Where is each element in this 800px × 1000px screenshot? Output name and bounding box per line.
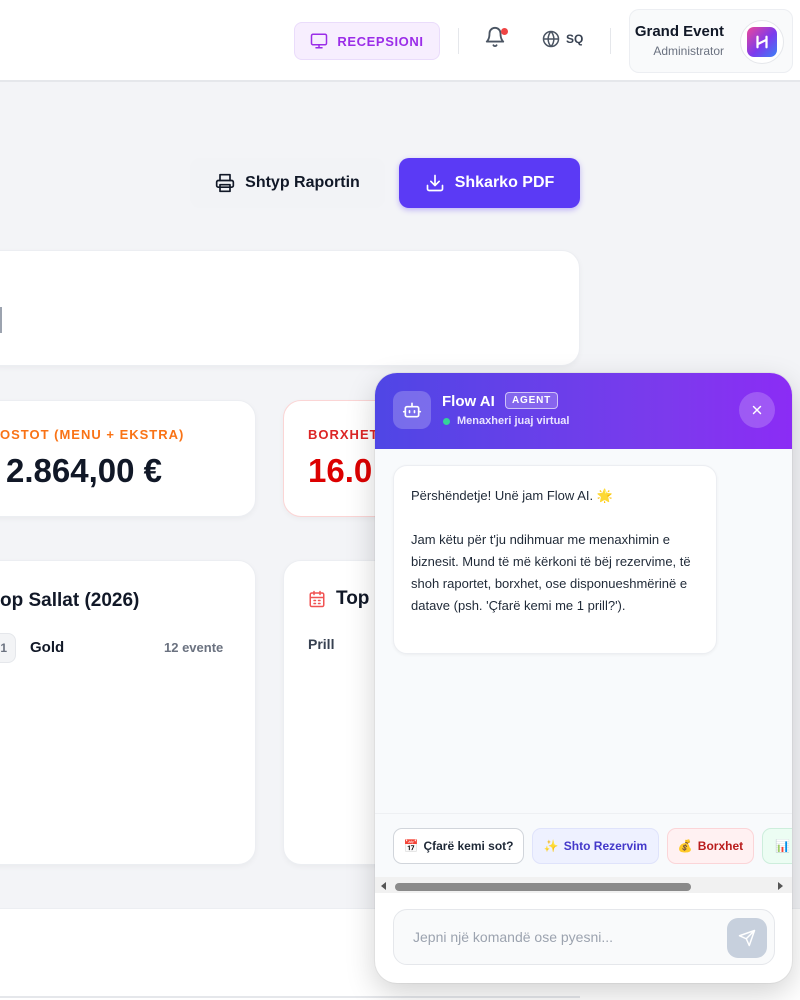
user-name: Grand Event bbox=[634, 23, 724, 40]
close-chat-button[interactable] bbox=[739, 392, 775, 428]
chat-title: Flow AI bbox=[442, 393, 495, 410]
calendar-icon bbox=[309, 590, 325, 608]
quick-action-label: Borxhet bbox=[697, 839, 744, 853]
footer-divider bbox=[0, 996, 580, 998]
filter-card bbox=[0, 250, 580, 366]
reception-label: RECEPSIONI bbox=[337, 33, 424, 49]
quick-action-label: Shto Rezervim bbox=[563, 839, 648, 853]
quick-actions: 📅 Çfarë kemi sot? ✨ Shto Rezervim 💰 Borx… bbox=[375, 813, 792, 877]
message-body: Jam këtu për t'ju ndihmuar me menaxhimin… bbox=[411, 532, 691, 613]
header-divider bbox=[610, 28, 611, 54]
user-menu[interactable]: Grand Event Administrator bbox=[629, 9, 793, 73]
send-icon bbox=[738, 929, 756, 947]
cost-stat-value: 2.864,00 € bbox=[6, 452, 162, 489]
month-name: Prill bbox=[308, 636, 335, 652]
online-status-dot bbox=[443, 418, 450, 425]
top-header: RECEPSIONI SQ Grand Event Administrator bbox=[0, 0, 800, 82]
download-icon bbox=[426, 174, 444, 192]
close-icon bbox=[752, 405, 762, 415]
chat-input[interactable] bbox=[395, 911, 715, 963]
notification-dot bbox=[501, 28, 508, 35]
quick-action-label: Çfarë kemi sot? bbox=[423, 839, 514, 853]
debt-stat-label: BORXHET bbox=[308, 427, 379, 442]
monitor-icon bbox=[311, 33, 328, 49]
chat-subtitle: Menaxheri juaj virtual bbox=[457, 415, 570, 427]
scroll-right-icon[interactable] bbox=[778, 882, 783, 890]
reception-button[interactable]: RECEPSIONI bbox=[294, 22, 440, 60]
send-button[interactable] bbox=[727, 918, 767, 958]
hall-event-count: 12 evente bbox=[164, 640, 224, 655]
chat-panel: Flow AI AGENT Menaxheri juaj virtual Për… bbox=[375, 373, 792, 983]
text-cursor bbox=[0, 307, 2, 333]
print-report-button[interactable]: Shtyp Raportin bbox=[190, 158, 385, 208]
debt-stat-value: 16.0 bbox=[308, 452, 373, 489]
avatar[interactable] bbox=[740, 20, 784, 64]
message-greeting: Përshëndetje! Unë jam Flow AI. 🌟 bbox=[411, 488, 613, 503]
quick-action-add-booking[interactable]: ✨ Shto Rezervim bbox=[532, 828, 659, 864]
print-report-label: Shtyp Raportin bbox=[245, 174, 360, 191]
quick-action-today[interactable]: 📅 Çfarë kemi sot? bbox=[393, 828, 524, 864]
assistant-message: Përshëndetje! Unë jam Flow AI. 🌟 Jam kët… bbox=[393, 465, 717, 654]
hall-name: Gold bbox=[30, 639, 65, 656]
horizontal-scrollbar[interactable] bbox=[375, 877, 792, 893]
language-switcher[interactable]: SQ bbox=[542, 30, 583, 48]
language-code: SQ bbox=[566, 32, 584, 46]
bar-chart-icon: 📊 bbox=[775, 839, 790, 853]
download-pdf-label: Shkarko PDF bbox=[454, 174, 555, 191]
quick-action-debts[interactable]: 💰 Borxhet bbox=[667, 828, 754, 864]
money-bag-icon: 💰 bbox=[677, 839, 693, 853]
agent-badge: AGENT bbox=[505, 392, 558, 409]
printer-icon bbox=[215, 173, 235, 193]
scroll-left-icon[interactable] bbox=[381, 882, 386, 890]
calendar-emoji-icon: 📅 bbox=[403, 839, 419, 853]
globe-icon bbox=[542, 30, 560, 48]
quick-action-reports[interactable]: 📊 bbox=[762, 828, 792, 864]
chat-input-box bbox=[393, 909, 775, 965]
robot-icon bbox=[393, 391, 431, 429]
scrollbar-thumb[interactable] bbox=[395, 883, 691, 891]
chat-header: Flow AI AGENT Menaxheri juaj virtual bbox=[375, 373, 792, 449]
cost-stat-label: OSTOT (MENU + EKSTRA) bbox=[0, 427, 185, 442]
top-halls-title: op Sallat (2026) bbox=[0, 590, 140, 611]
logo-icon bbox=[747, 27, 777, 57]
header-divider bbox=[458, 28, 459, 54]
download-pdf-button[interactable]: Shkarko PDF bbox=[399, 158, 580, 208]
sparkles-icon: ✨ bbox=[543, 839, 559, 853]
hall-rank-badge: 1 bbox=[0, 633, 16, 663]
user-role: Administrator bbox=[653, 44, 724, 58]
